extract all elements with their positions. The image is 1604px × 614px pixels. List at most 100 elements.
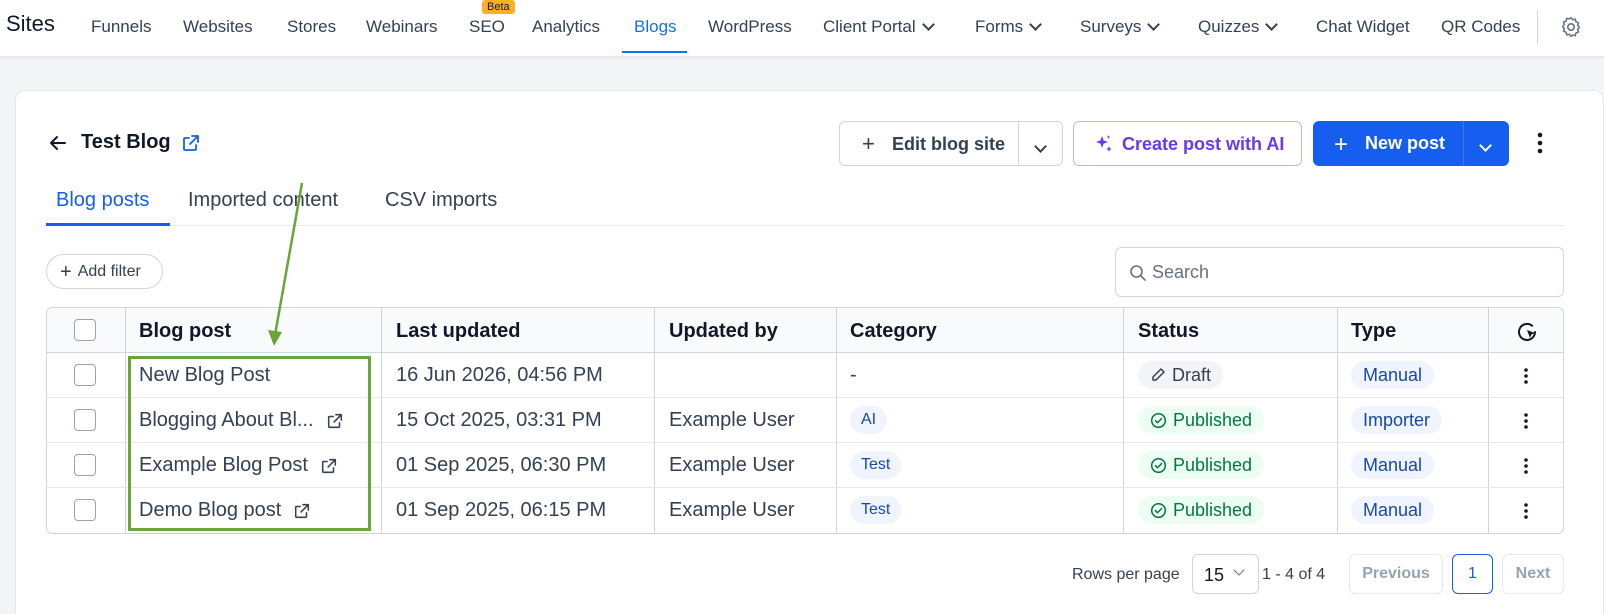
search-box[interactable]	[1115, 247, 1564, 297]
table-row[interactable]: Blogging About Bl... 15 Oct 2025, 03:31 …	[47, 398, 1563, 443]
row-actions-icon[interactable]	[1523, 367, 1529, 385]
add-filter-label: Add filter	[77, 262, 141, 280]
brand-title: Sites	[6, 11, 55, 36]
row-actions-icon[interactable]	[1523, 412, 1529, 430]
plus-icon: +	[862, 131, 875, 156]
nav-item-analytics[interactable]: Analytics	[532, 17, 600, 37]
next-page-button[interactable]: Next	[1502, 554, 1564, 594]
updated-by-cell: Example User	[669, 454, 795, 476]
external-link-icon[interactable]	[181, 133, 201, 153]
external-link-icon[interactable]	[326, 412, 344, 430]
gear-icon[interactable]	[1559, 15, 1583, 39]
last-updated-cell: 15 Oct 2025, 03:31 PM	[396, 409, 602, 431]
more-options-icon[interactable]	[1536, 131, 1544, 155]
add-filter-button[interactable]: + Add filter	[46, 254, 163, 289]
row-actions-icon[interactable]	[1523, 457, 1529, 475]
nav-item-label: Client Portal	[823, 17, 916, 36]
nav-item-webinars[interactable]: Webinars	[366, 17, 438, 37]
tab-csv-imports[interactable]: CSV imports	[385, 189, 497, 212]
search-input[interactable]	[1152, 260, 1542, 284]
type-badge: Manual	[1351, 451, 1435, 479]
nav-item-wordpress[interactable]: WordPress	[708, 17, 792, 37]
nav-item-forms[interactable]: Forms	[975, 17, 1043, 37]
category-cell: -	[850, 364, 857, 386]
back-arrow-icon[interactable]	[48, 133, 68, 153]
table-row[interactable]: Demo Blog post 01 Sep 2025, 06:15 PM Exa…	[47, 488, 1563, 533]
col-header-type[interactable]: Type	[1351, 320, 1396, 343]
previous-page-button[interactable]: Previous	[1349, 554, 1443, 594]
top-nav: Sites Funnels Websites Stores Webinars S…	[0, 0, 1604, 57]
blog-post-title-text: Example Blog Post	[139, 454, 308, 476]
blog-post-title[interactable]: Blogging About Bl...	[139, 409, 344, 432]
button-separator	[1018, 122, 1019, 165]
chevron-down-icon	[1233, 564, 1245, 576]
rows-per-page-label: Rows per page	[1072, 566, 1180, 583]
nav-item-stores[interactable]: Stores	[287, 17, 336, 37]
chevron-down-icon	[921, 18, 935, 31]
blog-post-title[interactable]: Demo Blog post	[139, 499, 311, 522]
status-badge: Published	[1138, 451, 1265, 479]
external-link-icon[interactable]	[320, 457, 338, 475]
blog-post-title-text: Blogging About Bl...	[139, 409, 314, 431]
nav-item-label: Surveys	[1080, 17, 1142, 36]
row-checkbox[interactable]	[74, 454, 96, 476]
col-header-last-updated[interactable]: Last updated	[396, 320, 520, 343]
status-label: Draft	[1172, 364, 1212, 385]
col-header-status[interactable]: Status	[1138, 320, 1199, 343]
updated-by-cell: Example User	[669, 409, 795, 431]
last-updated-cell: 01 Sep 2025, 06:30 PM	[396, 454, 607, 476]
new-post-label: New post	[1365, 133, 1446, 153]
nav-item-qr-codes[interactable]: QR Codes	[1441, 17, 1520, 37]
chevron-down-icon	[1029, 18, 1043, 31]
row-checkbox[interactable]	[74, 364, 96, 386]
nav-item-client-portal[interactable]: Client Portal	[823, 17, 935, 37]
blog-post-title[interactable]: New Blog Post	[139, 364, 270, 387]
check-circle-icon	[1150, 412, 1167, 428]
chevron-down-icon	[1034, 140, 1047, 153]
pagination-range: 1 - 4 of 4	[1262, 566, 1326, 583]
current-page-button[interactable]: 1	[1452, 554, 1493, 594]
row-checkbox[interactable]	[74, 499, 96, 521]
plus-icon: +	[60, 260, 72, 283]
col-header-category[interactable]: Category	[850, 320, 937, 343]
row-checkbox[interactable]	[74, 409, 96, 431]
column-settings-icon[interactable]	[1515, 320, 1539, 344]
select-all-checkbox[interactable]	[74, 319, 96, 341]
tab-blog-posts[interactable]: Blog posts	[56, 189, 149, 212]
col-header-blog-post[interactable]: Blog post	[139, 320, 231, 343]
chevron-down-icon	[1147, 18, 1161, 31]
type-badge: Importer	[1351, 406, 1443, 434]
edit-blog-site-button[interactable]: + Edit blog site	[839, 121, 1063, 166]
new-post-dropdown-toggle[interactable]	[1479, 134, 1492, 155]
blog-post-title[interactable]: Example Blog Post	[139, 454, 338, 477]
create-post-ai-button[interactable]: Create post with AI	[1073, 121, 1302, 166]
rows-per-page-select[interactable]: 15	[1192, 554, 1259, 594]
button-separator	[1463, 121, 1464, 166]
sparkle-icon	[1096, 135, 1112, 152]
status-badge: Published	[1138, 406, 1265, 434]
edit-dropdown-toggle[interactable]	[1034, 135, 1047, 156]
nav-item-websites[interactable]: Websites	[183, 17, 253, 37]
table-header: Blog post Last updated Updated by Catego…	[47, 308, 1563, 353]
new-post-button[interactable]: + New post	[1313, 121, 1509, 166]
col-header-updated-by[interactable]: Updated by	[669, 320, 778, 343]
blog-posts-table: Blog post Last updated Updated by Catego…	[46, 307, 1564, 534]
nav-item-surveys[interactable]: Surveys	[1080, 17, 1161, 37]
nav-item-seo[interactable]: SEO	[469, 17, 505, 37]
nav-divider	[1537, 10, 1538, 44]
category-badge: Test	[850, 451, 902, 479]
plus-icon: +	[1334, 131, 1349, 158]
tab-imported-content[interactable]: Imported content	[188, 189, 338, 212]
page-title: Test Blog	[81, 131, 171, 153]
nav-item-quizzes[interactable]: Quizzes	[1198, 17, 1279, 37]
table-row[interactable]: New Blog Post 16 Jun 2026, 04:56 PM - Dr…	[47, 353, 1563, 398]
table-row[interactable]: Example Blog Post 01 Sep 2025, 06:30 PM …	[47, 443, 1563, 488]
external-link-icon[interactable]	[293, 502, 311, 520]
status-badge: Published	[1138, 496, 1265, 524]
nav-item-chat-widget[interactable]: Chat Widget	[1316, 17, 1410, 37]
search-icon	[1130, 265, 1146, 281]
nav-item-funnels[interactable]: Funnels	[91, 17, 151, 37]
row-actions-icon[interactable]	[1523, 502, 1529, 520]
updated-by-cell: Example User	[669, 499, 795, 521]
nav-item-blogs[interactable]: Blogs	[634, 17, 677, 37]
